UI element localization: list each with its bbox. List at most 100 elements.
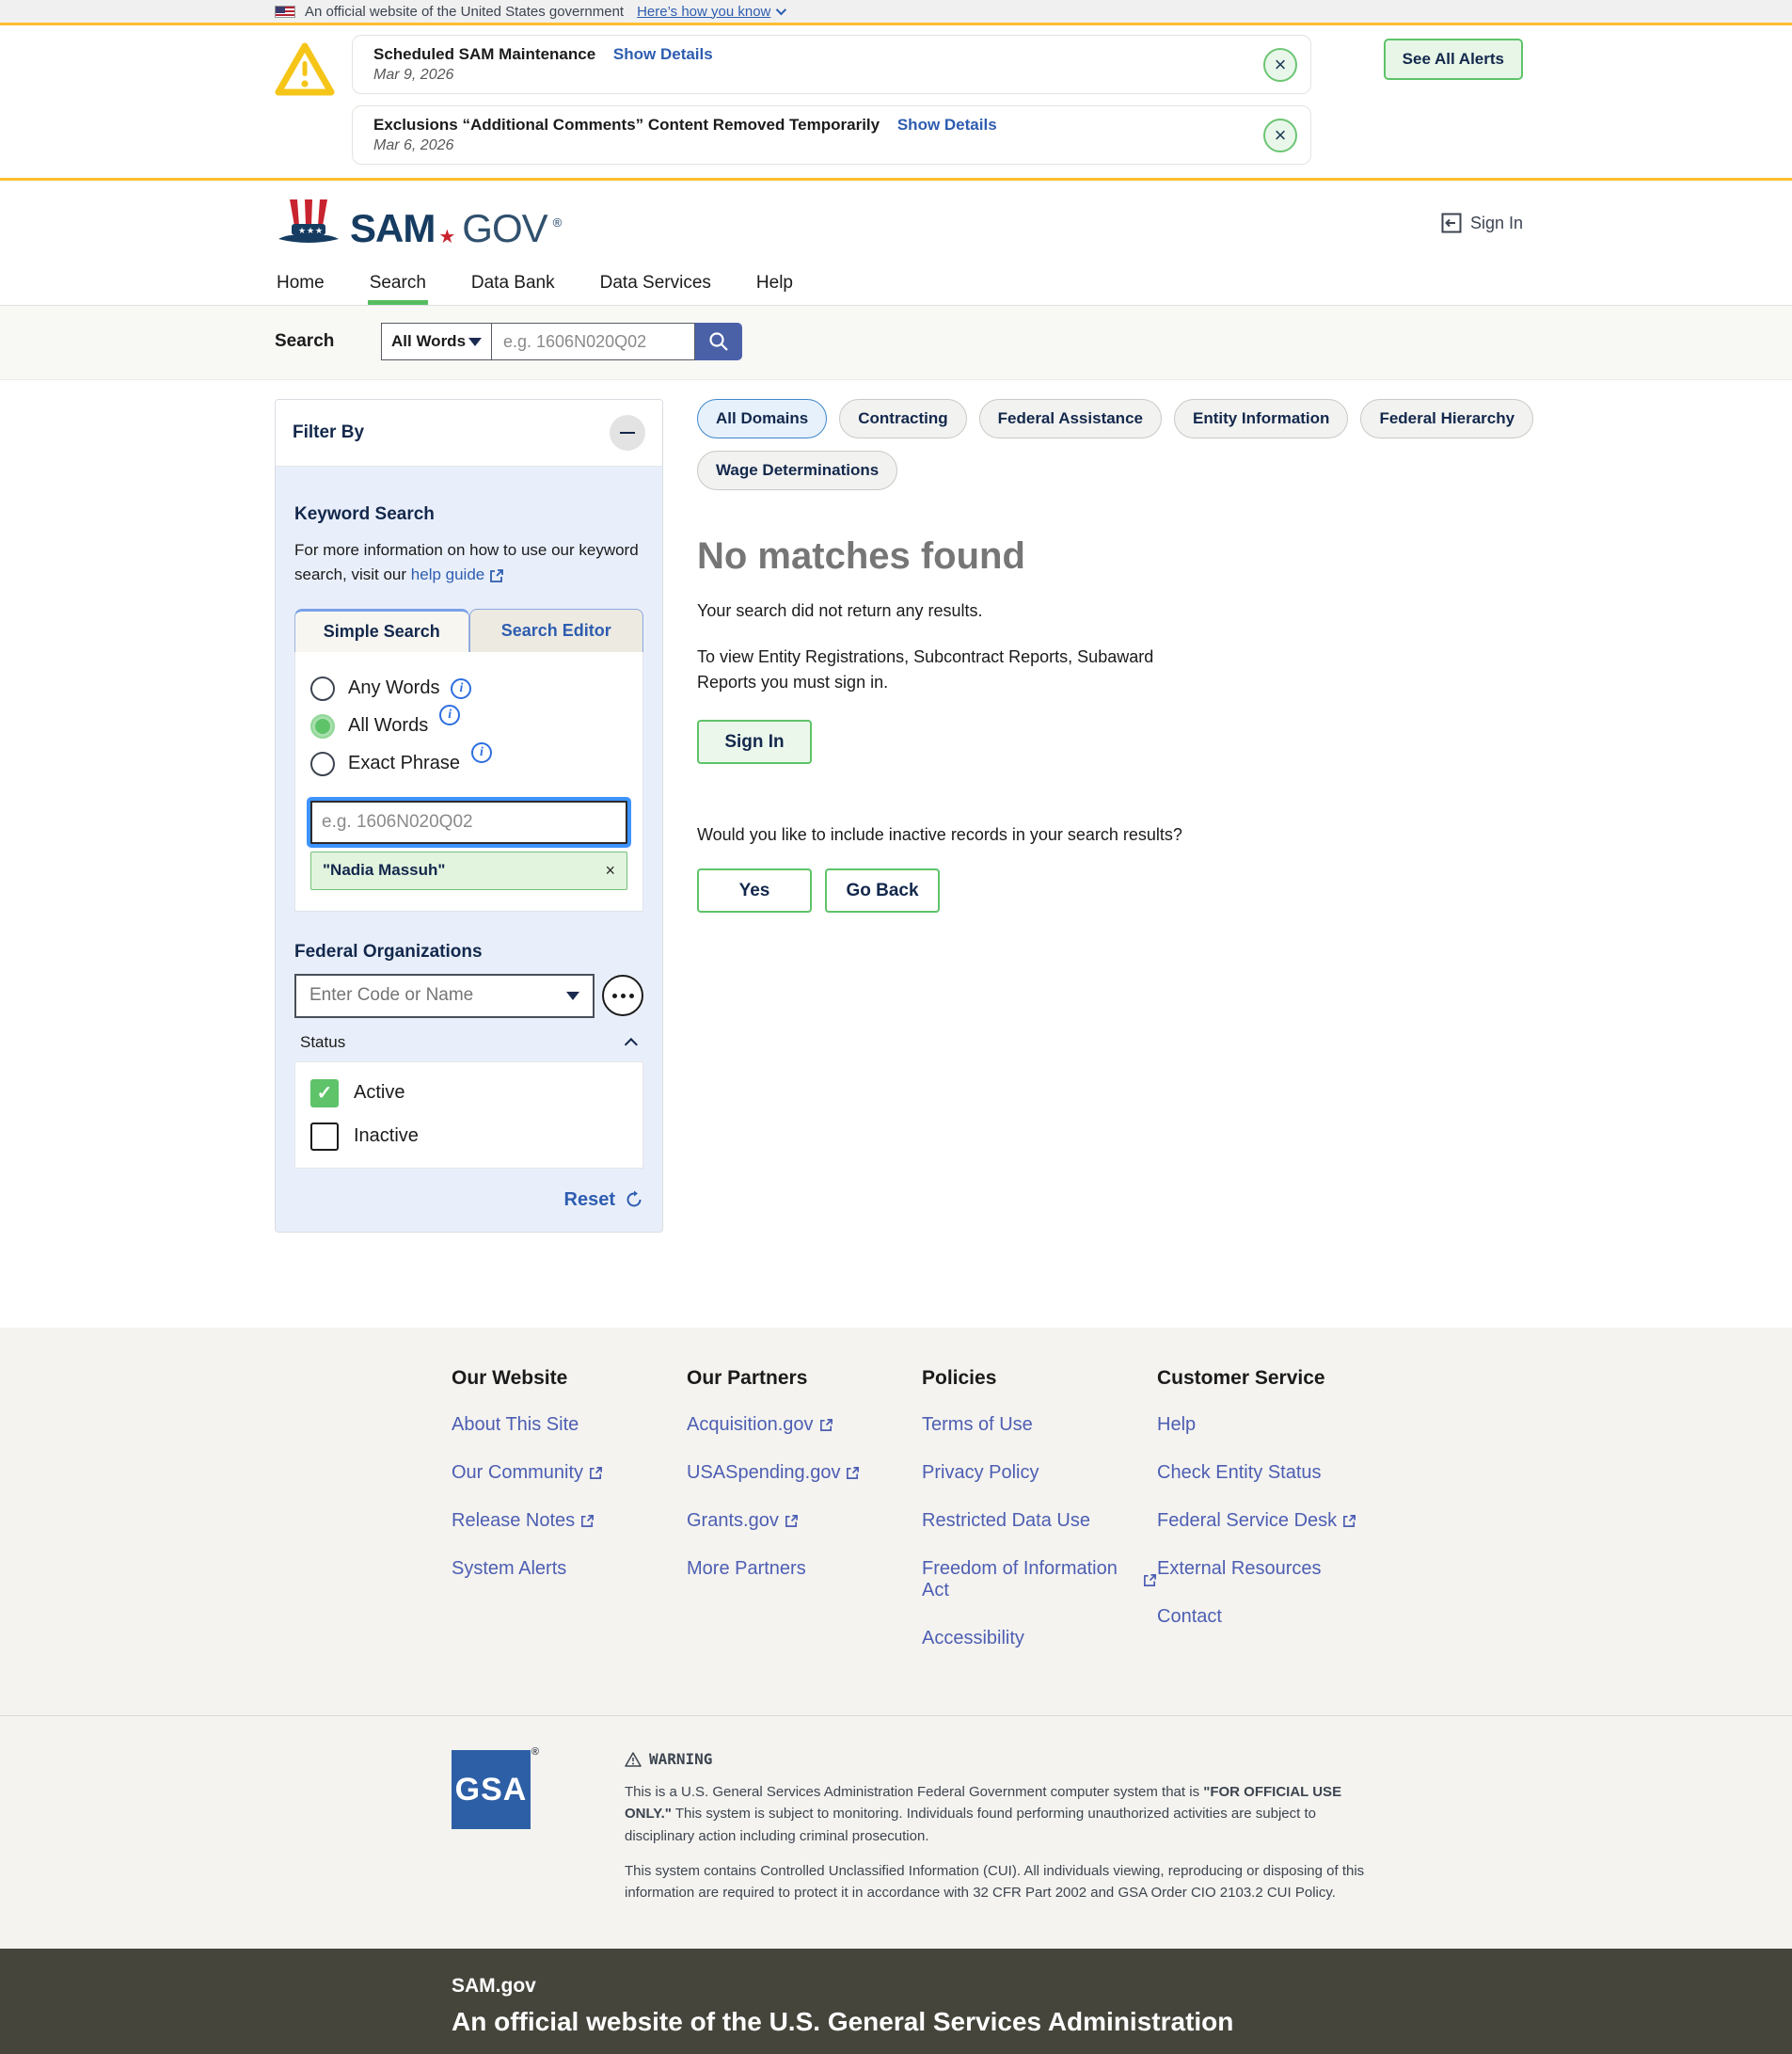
yes-button[interactable]: Yes <box>697 868 812 913</box>
content-area: Filter By Keyword Search For more inform… <box>0 380 1792 1328</box>
footer-link-federal-service-desk[interactable]: Federal Service Desk <box>1157 1510 1392 1532</box>
footer-col-policies: Policies Terms of Use Privacy Policy Res… <box>922 1367 1157 1676</box>
radio-label: Any Words <box>348 677 439 699</box>
radio-any-words[interactable]: Any Words i <box>310 677 627 701</box>
filter-header: Filter By <box>276 400 662 467</box>
footer-link-label: Restricted Data Use <box>922 1510 1090 1532</box>
keyword-search-heading: Keyword Search <box>294 504 643 525</box>
pill-wage-determinations[interactable]: Wage Determinations <box>697 451 897 490</box>
sign-in-label: Sign In <box>1470 214 1523 233</box>
ellipsis-icon <box>612 994 617 998</box>
sam-gov-logo[interactable]: ★★★ SAM ★ GOV ® <box>275 198 562 248</box>
nav-item-data-bank[interactable]: Data Bank <box>469 265 557 305</box>
footer-agency-line: An official website of the U.S. General … <box>452 2007 1523 2037</box>
chip-remove-icon[interactable]: × <box>605 861 615 881</box>
chevron-down-icon <box>776 5 786 15</box>
radio-exact-phrase[interactable]: Exact Phrase i <box>310 752 627 776</box>
footer-link-label: Acquisition.gov <box>687 1414 814 1436</box>
warning-label: WARNING <box>649 1750 712 1768</box>
footer-link-about-this-site[interactable]: About This Site <box>452 1414 687 1436</box>
show-details-link[interactable]: Show Details <box>613 45 713 63</box>
footer-link-label: Federal Service Desk <box>1157 1510 1337 1532</box>
footer-link-grants-gov[interactable]: Grants.gov <box>687 1510 922 1532</box>
radio-icon-checked <box>310 714 335 739</box>
footer-link-accessibility[interactable]: Accessibility <box>922 1628 1157 1649</box>
collapse-filters-button[interactable] <box>610 415 645 451</box>
alert-card: Scheduled SAM Maintenance Show Details M… <box>352 35 1311 94</box>
footer-link-terms-of-use[interactable]: Terms of Use <box>922 1414 1157 1436</box>
footer-link-label: Our Community <box>452 1462 583 1484</box>
alert-text: Scheduled SAM Maintenance Show Details M… <box>373 45 1263 84</box>
gov-banner: An official website of the United States… <box>0 0 1792 25</box>
footer-link-more-partners[interactable]: More Partners <box>687 1558 922 1580</box>
pill-entity-information[interactable]: Entity Information <box>1174 399 1348 438</box>
footer-link-system-alerts[interactable]: System Alerts <box>452 1558 687 1580</box>
radio-all-words[interactable]: All Words i <box>310 714 627 739</box>
footer-link-label: Contact <box>1157 1606 1222 1628</box>
footer-link-foia[interactable]: Freedom of Information Act <box>922 1558 1157 1601</box>
alert-close-button[interactable]: × <box>1263 119 1297 152</box>
footer-link-label: Help <box>1157 1414 1196 1436</box>
tab-search-editor[interactable]: Search Editor <box>469 609 644 652</box>
nav-item-home[interactable]: Home <box>275 265 326 305</box>
info-icon[interactable]: i <box>451 678 471 699</box>
footer-link-acquisition-gov[interactable]: Acquisition.gov <box>687 1414 922 1436</box>
footer-link-contact[interactable]: Contact <box>1157 1606 1392 1628</box>
footer-link-label: Terms of Use <box>922 1414 1033 1436</box>
identifier-footer: SAM.gov An official website of the U.S. … <box>0 1949 1792 2054</box>
logo-gov-text: GOV <box>462 209 547 248</box>
pill-contracting[interactable]: Contracting <box>839 399 966 438</box>
inactive-records-question: Would you like to include inactive recor… <box>697 822 1679 848</box>
sign-in-link[interactable]: Sign In <box>1441 213 1523 233</box>
footer-link-external-resources[interactable]: External Resources <box>1157 1558 1392 1580</box>
footer-col-heading: Customer Service <box>1157 1367 1392 1390</box>
go-back-button[interactable]: Go Back <box>825 868 940 913</box>
pill-federal-assistance[interactable]: Federal Assistance <box>979 399 1162 438</box>
footer-link-usaspending-gov[interactable]: USASpending.gov <box>687 1462 922 1484</box>
sign-in-button[interactable]: Sign In <box>697 720 812 764</box>
keyword-input[interactable] <box>310 801 627 844</box>
info-icon[interactable]: i <box>471 742 492 763</box>
show-details-link[interactable]: Show Details <box>897 116 997 134</box>
svg-text:★: ★ <box>307 226 314 235</box>
footer-link-check-entity-status[interactable]: Check Entity Status <box>1157 1462 1392 1484</box>
gov-banner-text: An official website of the United States… <box>305 4 624 20</box>
more-options-button[interactable] <box>602 975 643 1016</box>
pill-all-domains[interactable]: All Domains <box>697 399 827 438</box>
checkbox-inactive[interactable]: Inactive <box>310 1123 627 1151</box>
footer-link-release-notes[interactable]: Release Notes <box>452 1510 687 1532</box>
footer-link-restricted-data-use[interactable]: Restricted Data Use <box>922 1510 1157 1532</box>
federal-organizations-heading: Federal Organizations <box>294 942 643 963</box>
federal-organizations-select[interactable]: Enter Code or Name <box>294 974 595 1018</box>
heres-how-you-know-link[interactable]: Here’s how you know <box>637 4 784 20</box>
info-icon[interactable]: i <box>439 705 460 725</box>
footer-link-privacy-policy[interactable]: Privacy Policy <box>922 1462 1157 1484</box>
search-button[interactable] <box>695 323 742 360</box>
help-guide-link[interactable]: help guide <box>411 563 504 587</box>
status-section-toggle[interactable]: Status <box>294 1033 643 1052</box>
checkbox-active[interactable]: ✓ Active <box>310 1079 627 1107</box>
radio-label: All Words <box>348 715 428 737</box>
gsa-warning-row: GSA ® WARNING This is a U.S. General Ser… <box>0 1716 1792 1949</box>
sign-in-arrow-icon <box>1441 213 1462 233</box>
see-all-alerts-button[interactable]: See All Alerts <box>1384 39 1523 80</box>
pill-federal-hierarchy[interactable]: Federal Hierarchy <box>1360 399 1533 438</box>
chevron-up-icon <box>625 1038 638 1051</box>
footer-link-label: Release Notes <box>452 1510 575 1532</box>
reset-link[interactable]: Reset <box>564 1189 615 1211</box>
refresh-icon[interactable] <box>625 1190 643 1209</box>
nav-item-data-services[interactable]: Data Services <box>598 265 713 305</box>
nav-item-search[interactable]: Search <box>368 265 428 305</box>
search-mode-select[interactable]: All Words <box>381 323 492 360</box>
footer-link-label: Freedom of Information Act <box>922 1558 1137 1601</box>
search-input[interactable] <box>492 323 695 360</box>
footer-col-heading: Policies <box>922 1367 1157 1390</box>
footer-link-our-community[interactable]: Our Community <box>452 1462 687 1484</box>
footer-link-label: External Resources <box>1157 1558 1322 1580</box>
tab-simple-search[interactable]: Simple Search <box>294 609 469 652</box>
alert-close-button[interactable]: × <box>1263 48 1297 82</box>
footer-link-help[interactable]: Help <box>1157 1414 1392 1436</box>
results-column: All Domains Contracting Federal Assistan… <box>697 399 1679 913</box>
nav-item-help[interactable]: Help <box>754 265 795 305</box>
search-label: Search <box>275 331 381 352</box>
